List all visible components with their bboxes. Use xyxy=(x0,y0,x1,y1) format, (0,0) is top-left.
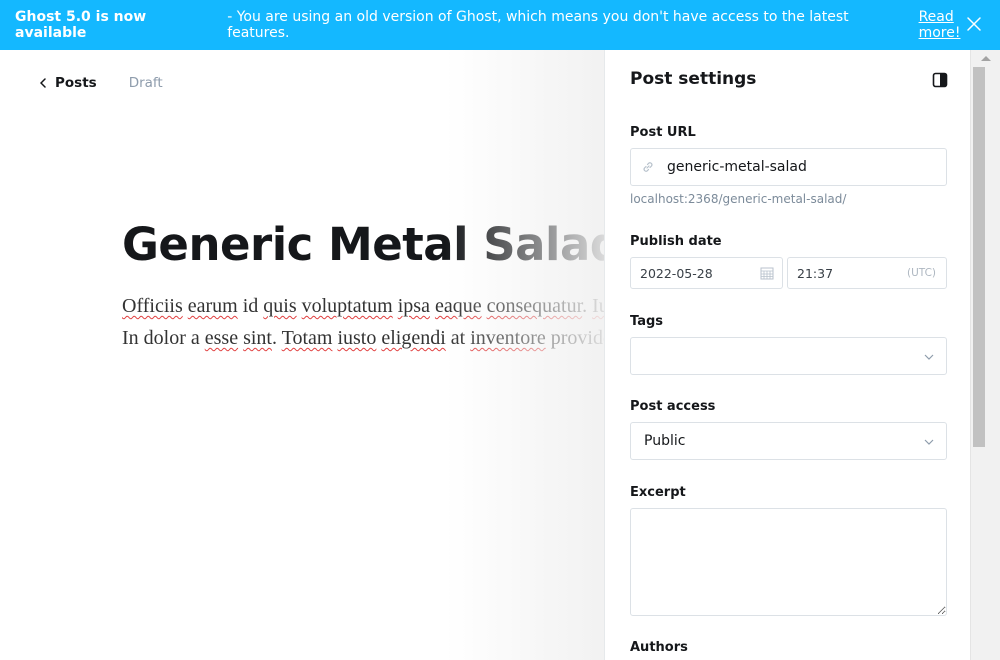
banner-title: Ghost 5.0 is now available xyxy=(15,9,147,41)
back-label: Posts xyxy=(55,75,97,91)
banner-message: - You are using an old version of Ghost,… xyxy=(227,9,849,41)
post-title[interactable]: Generic Metal Salad xyxy=(122,218,605,271)
link-icon xyxy=(643,162,653,172)
spellcheck-word: esse xyxy=(204,327,239,349)
post-settings-panel: Post settings Post URL generic-metal-sal… xyxy=(604,50,970,660)
publish-date-value: 2022-05-28 xyxy=(640,265,713,281)
scrollbar-thumb[interactable] xyxy=(973,67,985,447)
sidebar-toggle-icon[interactable] xyxy=(932,72,948,88)
post-url-label: Post URL xyxy=(630,125,696,140)
publish-date-input[interactable]: 2022-05-28 xyxy=(630,257,783,289)
spellcheck-word: ipsa xyxy=(397,295,430,317)
post-url-input[interactable]: generic-metal-salad xyxy=(630,148,947,186)
read-more-link[interactable]: Read more! xyxy=(919,9,1000,41)
post-access-select[interactable]: Public xyxy=(630,422,947,460)
body-text: provident est. xyxy=(550,327,605,349)
spellcheck-word: eaque xyxy=(434,295,482,317)
chevron-down-icon xyxy=(924,354,934,360)
editor-nav: Posts Draft xyxy=(40,75,163,91)
post-url-preview: localhost:2368/generic-metal-salad/ xyxy=(630,192,847,206)
post-access-value: Public xyxy=(644,433,686,449)
body-text: . xyxy=(272,327,282,349)
editor-area[interactable]: Posts Draft Generic Metal Salad Officiis… xyxy=(0,50,605,660)
spellcheck-word: eligendi xyxy=(381,327,446,349)
calendar-icon[interactable] xyxy=(760,266,774,280)
body-text: . xyxy=(582,295,593,317)
spellcheck-word: Totam xyxy=(281,327,333,349)
body-text: at xyxy=(445,327,471,349)
tags-label: Tags xyxy=(630,314,664,329)
upgrade-banner: Ghost 5.0 is now available - You are usi… xyxy=(0,0,1000,50)
settings-scrollbar[interactable] xyxy=(970,50,1000,660)
excerpt-textarea[interactable] xyxy=(630,508,947,616)
scroll-up-arrow-icon[interactable] xyxy=(981,56,991,61)
panel-title: Post settings xyxy=(630,69,757,89)
spellcheck-word: inventore xyxy=(470,327,546,349)
publish-time-value: 21:37 xyxy=(797,265,834,281)
post-access-label: Post access xyxy=(630,399,716,414)
editor-fade-overlay xyxy=(445,50,605,660)
excerpt-label: Excerpt xyxy=(630,485,686,500)
body-text: id xyxy=(237,295,264,317)
post-status: Draft xyxy=(128,75,163,91)
back-to-posts-link[interactable]: Posts xyxy=(40,75,97,91)
post-body[interactable]: Officiis earum id quis voluptatum ipsa e… xyxy=(122,290,605,354)
spellcheck-word: iusto xyxy=(337,327,377,349)
publish-time-input[interactable]: 21:37 (UTC) xyxy=(787,257,947,289)
chevron-down-icon xyxy=(924,439,934,445)
tags-select[interactable] xyxy=(630,337,947,375)
publish-date-label: Publish date xyxy=(630,234,722,249)
spellcheck-word: consequatur xyxy=(486,295,583,317)
close-icon[interactable] xyxy=(966,16,982,32)
timezone-label: (UTC) xyxy=(906,267,936,279)
authors-label: Authors xyxy=(630,640,688,655)
spellcheck-word: voluptatum xyxy=(301,295,393,317)
chevron-left-icon xyxy=(40,78,46,88)
spellcheck-word: earum xyxy=(187,295,238,317)
spellcheck-word: sint xyxy=(243,327,272,349)
spellcheck-word: quis xyxy=(263,295,297,317)
post-url-value: generic-metal-salad xyxy=(667,159,807,175)
spellcheck-word: Officiis xyxy=(122,295,183,317)
